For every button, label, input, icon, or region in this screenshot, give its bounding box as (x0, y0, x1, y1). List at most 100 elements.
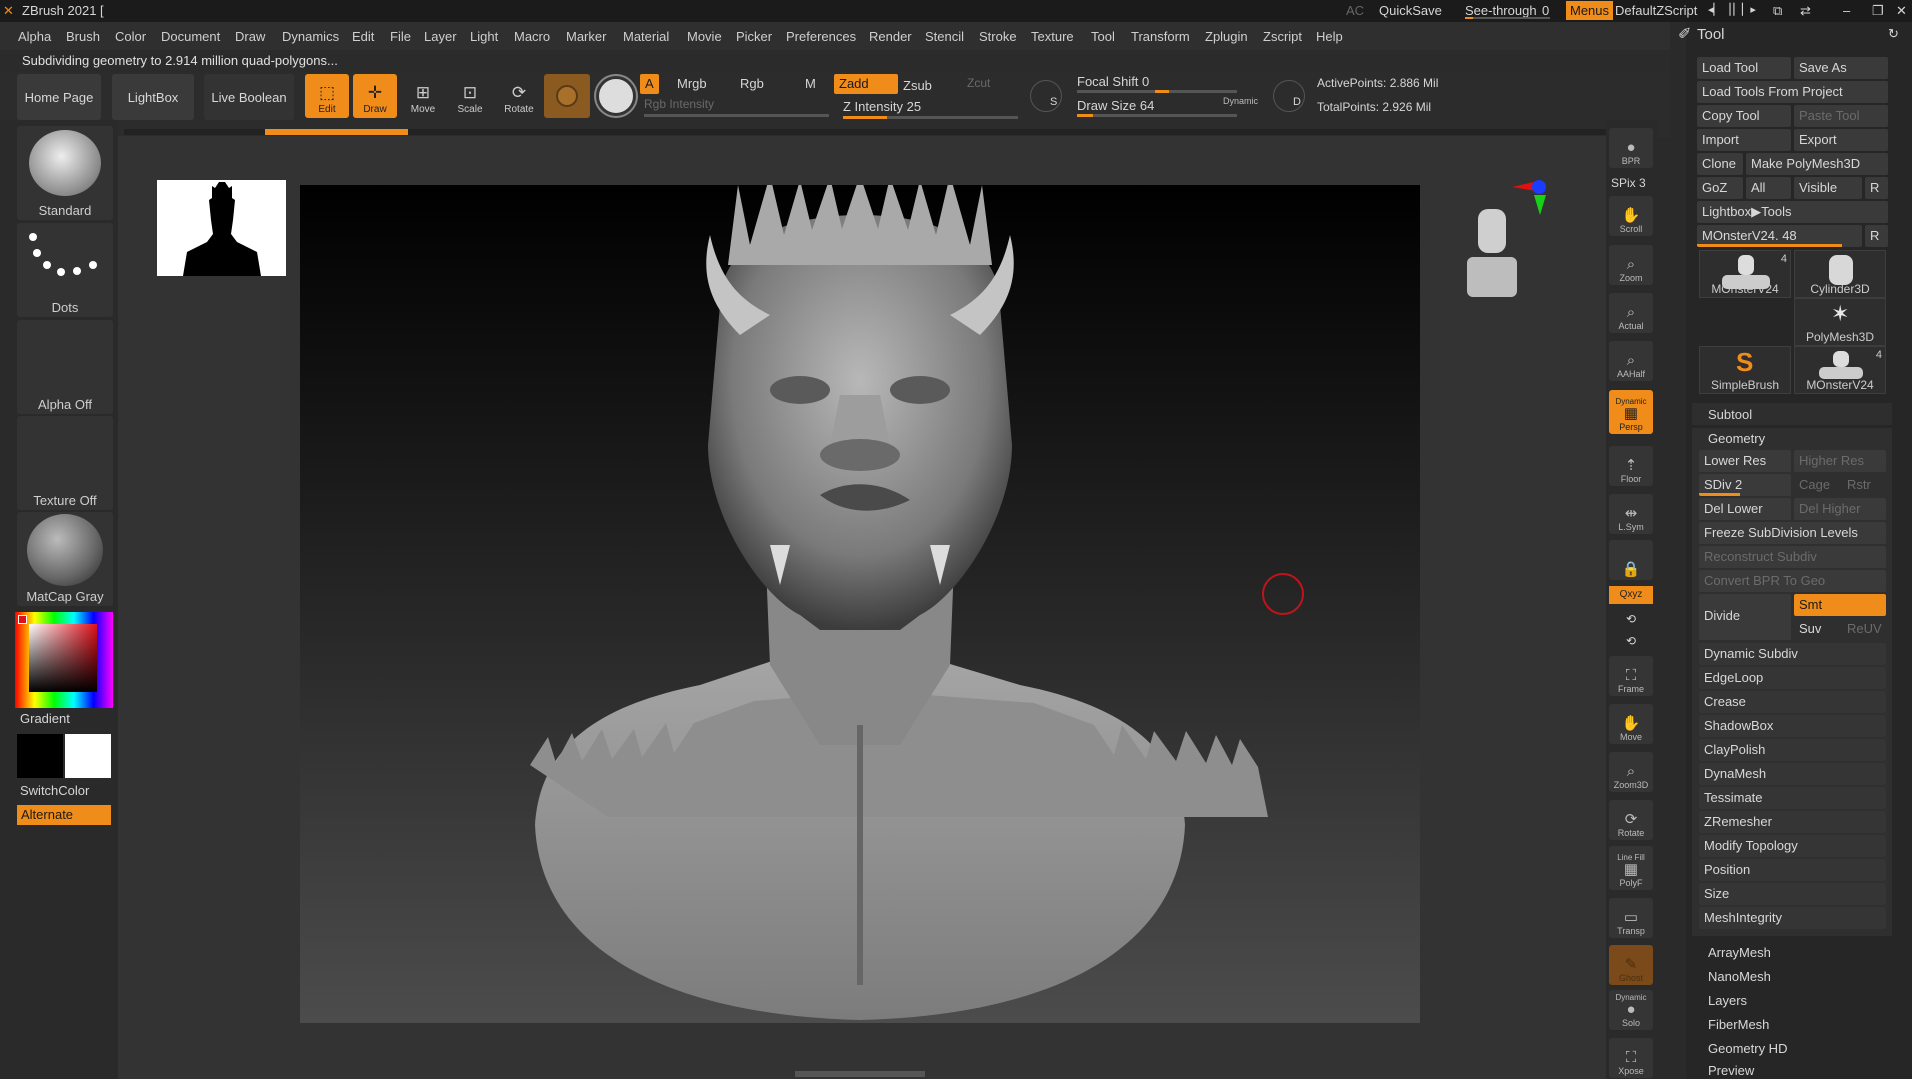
dynamic-toggle[interactable]: Dynamic (1223, 96, 1258, 106)
lsym-button[interactable]: ⇹ L.Sym (1609, 494, 1653, 534)
menu-marker[interactable]: Marker (566, 29, 606, 44)
goz-r-button[interactable]: R (1865, 177, 1888, 199)
default-zscript-button[interactable]: DefaultZScript (1615, 3, 1697, 18)
restore-icon[interactable]: ❐ (1872, 3, 1884, 19)
rotate-view-button[interactable]: ⟳ Rotate (1609, 800, 1653, 840)
geometry-hd-header[interactable]: Geometry HD (1708, 1041, 1787, 1056)
edit-mode-button[interactable]: ⬚ Edit (305, 74, 349, 118)
draw-size-slider[interactable] (1077, 114, 1237, 117)
xpose-button[interactable]: ⛶ Xpose (1609, 1038, 1653, 1078)
bottom-tray-handle[interactable] (795, 1071, 925, 1077)
sdiv-slider[interactable]: SDiv 2 (1699, 474, 1791, 496)
zremesher-header[interactable]: ZRemesher (1699, 811, 1886, 833)
del-higher-button[interactable]: Del Higher (1794, 498, 1886, 520)
freeze-subdivision-button[interactable]: Freeze SubDivision Levels (1699, 522, 1886, 544)
export-button[interactable]: Export (1794, 129, 1888, 151)
menu-stencil[interactable]: Stencil (925, 29, 964, 44)
menu-tool[interactable]: Tool (1091, 29, 1115, 44)
crease-header[interactable]: Crease (1699, 691, 1886, 713)
save-as-button[interactable]: Save As (1794, 57, 1888, 79)
lightbox-tools-button[interactable]: Lightbox▶Tools (1697, 201, 1888, 223)
copy-tool-button[interactable]: Copy Tool (1697, 105, 1791, 127)
menu-edit[interactable]: Edit (352, 29, 374, 44)
menu-picker[interactable]: Picker (736, 29, 772, 44)
brush-selector[interactable]: Standard (17, 126, 113, 220)
menu-color[interactable]: Color (115, 29, 146, 44)
focal-shift-slider[interactable] (1077, 90, 1237, 93)
menu-document[interactable]: Document (161, 29, 220, 44)
preview-header[interactable]: Preview (1708, 1063, 1754, 1078)
menu-file[interactable]: File (390, 29, 411, 44)
reuv-toggle[interactable]: ReUV (1842, 618, 1886, 640)
live-boolean-button[interactable]: Live Boolean (204, 74, 294, 120)
modify-topology-header[interactable]: Modify Topology (1699, 835, 1886, 857)
divide-button[interactable]: Divide (1699, 594, 1791, 640)
seethrough-slider[interactable] (1465, 17, 1550, 19)
current-tool-slider[interactable]: MOnsterV24. 48 (1697, 225, 1862, 247)
rotate-z-icon[interactable]: ⟲ (1626, 634, 1636, 648)
seethrough-label[interactable]: See-through (1465, 3, 1537, 18)
bpr-button[interactable]: ● BPR (1609, 128, 1653, 168)
move-mode-button[interactable]: ⊞ Move (401, 74, 445, 118)
shadowbox-header[interactable]: ShadowBox (1699, 715, 1886, 737)
tool-thumb-cylinder[interactable]: Cylinder3D (1794, 250, 1886, 298)
z-intensity-slider[interactable] (843, 116, 1018, 119)
menu-preferences[interactable]: Preferences (786, 29, 856, 44)
edgeloop-header[interactable]: EdgeLoop (1699, 667, 1886, 689)
zcut-toggle[interactable]: Zcut (962, 74, 995, 94)
quicksave-button[interactable]: QuickSave (1379, 3, 1442, 18)
goz-button[interactable]: GoZ (1697, 177, 1743, 199)
zadd-toggle[interactable]: Zadd (834, 74, 898, 94)
make-polymesh-button[interactable]: Make PolyMesh3D (1746, 153, 1888, 175)
seethrough-value[interactable]: 0 (1542, 3, 1549, 18)
menu-zscript[interactable]: Zscript (1263, 29, 1302, 44)
meshintegrity-header[interactable]: MeshIntegrity (1699, 907, 1886, 929)
menu-alpha[interactable]: Alpha (18, 29, 51, 44)
menu-zplugin[interactable]: Zplugin (1205, 29, 1248, 44)
texture-selector[interactable]: Texture Off (17, 416, 113, 510)
import-button[interactable]: Import (1697, 129, 1791, 151)
ghost-button[interactable]: ✎ Ghost (1609, 945, 1653, 985)
switch-color-button[interactable]: SwitchColor (20, 783, 89, 798)
floor-button[interactable]: ⇡ Floor (1609, 446, 1653, 486)
rgb-toggle[interactable]: Rgb (735, 74, 769, 94)
frame-button[interactable]: ⛶ Frame (1609, 656, 1653, 696)
menu-material[interactable]: Material (623, 29, 669, 44)
lightbox-button[interactable]: LightBox (112, 74, 194, 120)
solo-button[interactable]: Dynamic ● Solo (1609, 990, 1653, 1030)
dynamesh-header[interactable]: DynaMesh (1699, 763, 1886, 785)
clone-button[interactable]: Clone (1697, 153, 1743, 175)
convert-bpr-button[interactable]: Convert BPR To Geo (1699, 570, 1886, 592)
mrgb-toggle[interactable]: Mrgb (672, 74, 712, 94)
arraymesh-header[interactable]: ArrayMesh (1708, 945, 1771, 960)
rstr-button[interactable]: Rstr (1842, 474, 1886, 496)
cage-button[interactable]: Cage (1794, 474, 1840, 496)
menu-transform[interactable]: Transform (1131, 29, 1190, 44)
menus-toggle[interactable]: Menus (1566, 1, 1614, 20)
viewport-canvas[interactable] (300, 175, 1420, 1023)
geometry-header[interactable]: Geometry (1708, 431, 1765, 446)
higher-res-button[interactable]: Higher Res (1794, 450, 1886, 472)
scroll-button[interactable]: ✋ Scroll (1609, 196, 1653, 236)
lower-res-button[interactable]: Lower Res (1699, 450, 1791, 472)
tool-palette-title[interactable]: Tool (1697, 26, 1725, 43)
fibermesh-header[interactable]: FiberMesh (1708, 1017, 1769, 1032)
rotate-mode-button[interactable]: ⟳ Rotate (497, 74, 541, 118)
palette-dock-icon[interactable]: ↻ (1888, 26, 1899, 42)
zoom-button[interactable]: ⌕ Zoom (1609, 245, 1653, 285)
persp-button[interactable]: Dynamic ▦ Persp (1609, 390, 1653, 434)
tessimate-header[interactable]: Tessimate (1699, 787, 1886, 809)
menu-macro[interactable]: Macro (514, 29, 550, 44)
spix-slider[interactable]: SPix 3 (1611, 176, 1646, 190)
draw-size-curve-button[interactable]: D (1273, 80, 1305, 112)
current-tool-r-button[interactable]: R (1865, 225, 1888, 247)
size-header[interactable]: Size (1699, 883, 1886, 905)
smt-toggle[interactable]: Smt (1794, 594, 1886, 616)
menu-layer[interactable]: Layer (424, 29, 457, 44)
close-icon[interactable]: ✕ (1896, 3, 1907, 19)
color-saturation-square[interactable] (29, 624, 97, 692)
home-page-button[interactable]: Home Page (17, 74, 101, 120)
focal-curve-button[interactable]: S (1030, 80, 1062, 112)
menu-dynamics[interactable]: Dynamics (282, 29, 339, 44)
paste-tool-button[interactable]: Paste Tool (1794, 105, 1888, 127)
